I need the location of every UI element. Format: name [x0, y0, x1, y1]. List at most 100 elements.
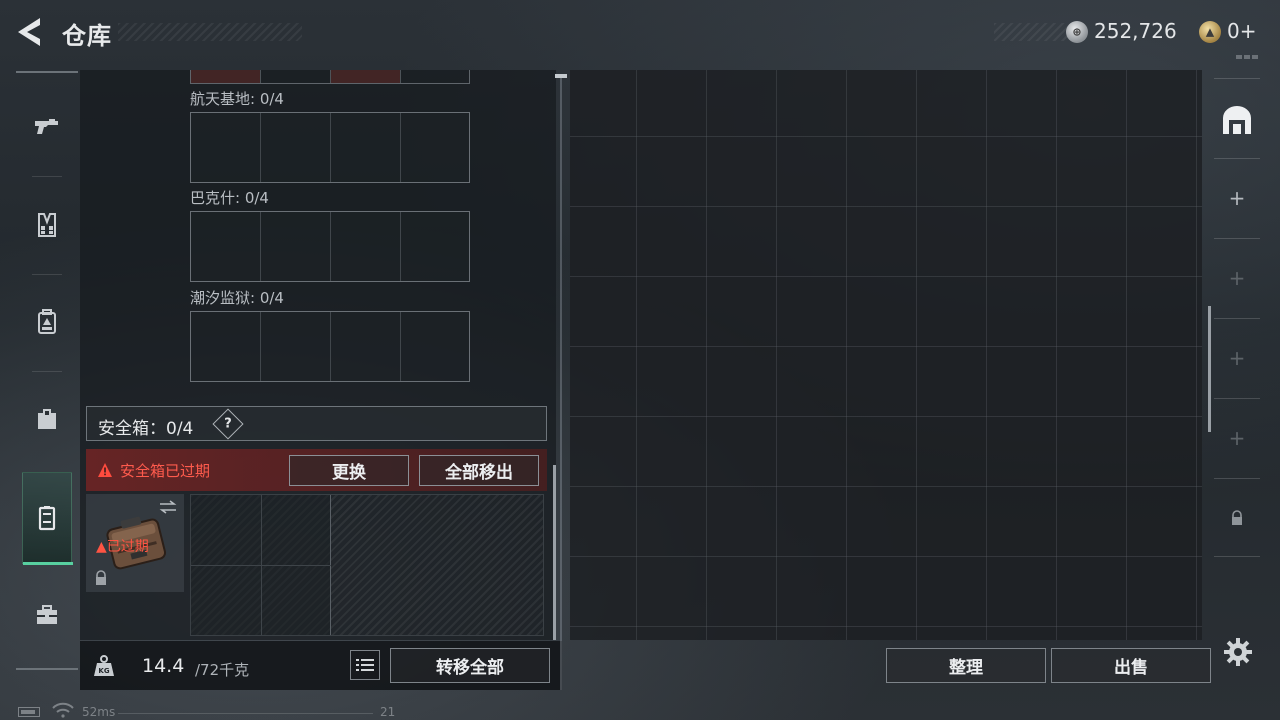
- sidebar-item-weapons[interactable]: [16, 82, 78, 172]
- gold-currency-amount[interactable]: 0+: [1227, 19, 1256, 43]
- sell-button[interactable]: 出售: [1051, 648, 1211, 683]
- sidebar-item-briefcase[interactable]: [16, 570, 78, 660]
- ping-text: 52ms: [82, 705, 116, 719]
- sidebar-bottom-line: [16, 668, 78, 670]
- grid-cell: [331, 70, 401, 83]
- grid-cell[interactable]: [401, 113, 471, 182]
- tab-separator: [1214, 318, 1260, 319]
- grid-cell[interactable]: [331, 212, 401, 281]
- gold-coin-icon: ▲: [1199, 21, 1221, 43]
- map-slot-grid-brakkesh[interactable]: [190, 211, 470, 282]
- weight-kg-icon: KG: [94, 654, 114, 676]
- back-button[interactable]: [14, 14, 50, 50]
- sidebar-item-backpack[interactable]: [16, 277, 78, 367]
- tab-separator: [1214, 238, 1260, 239]
- map-label-brakkesh: 巴克什: 0/4: [190, 189, 269, 207]
- container-panel[interactable]: 航天基地: 0/4 巴克什: 0/4 潮汐监狱: 0/4 安全箱：0/4 ? 安…: [80, 70, 556, 640]
- tab-separator: [1214, 556, 1260, 557]
- title-decoration: [118, 23, 302, 41]
- plus-icon: +: [1228, 266, 1246, 290]
- tab-separator: [1214, 158, 1260, 159]
- signal-dots-icon: [1236, 55, 1258, 59]
- warning-icon: [98, 463, 112, 477]
- sidebar-item-chest-rig[interactable]: [16, 374, 78, 464]
- pouch-icon: [38, 409, 56, 429]
- grid-line: [261, 495, 262, 635]
- warehouse-tab-add-4[interactable]: +: [1212, 418, 1262, 458]
- silver-currency-amount: 252,726: [1094, 19, 1177, 43]
- settings-gear-icon[interactable]: [1222, 636, 1254, 668]
- lock-icon: [1232, 510, 1242, 525]
- weight-icon-wrap: KG: [80, 641, 128, 690]
- safe-case-expired-bar: 安全箱已过期 更换 全部移出: [86, 449, 547, 491]
- grid-cell[interactable]: [191, 312, 261, 381]
- transfer-all-button[interactable]: 转移全部: [390, 648, 550, 683]
- warning-icon: ▲: [96, 539, 107, 555]
- list-view-button[interactable]: [350, 650, 380, 680]
- grid-cell[interactable]: [191, 212, 261, 281]
- plus-icon: +: [1228, 346, 1246, 370]
- safe-case-item-slot[interactable]: ▲已过期: [86, 494, 184, 592]
- sidebar-top-line: [16, 71, 78, 73]
- grid-cell[interactable]: [261, 312, 331, 381]
- grid-cell[interactable]: [191, 113, 261, 182]
- tab-separator: [1214, 478, 1260, 479]
- warehouse-tab-add-1[interactable]: +: [1212, 178, 1262, 218]
- currency-decoration: [994, 23, 1068, 41]
- grid-cell[interactable]: [331, 113, 401, 182]
- tab-separator: [1214, 78, 1260, 79]
- panel-divider: [560, 74, 562, 690]
- sidebar-item-armor[interactable]: [16, 180, 78, 270]
- safe-case-grid[interactable]: [191, 495, 331, 635]
- warehouse-tab-add-2[interactable]: +: [1212, 258, 1262, 298]
- grid-cell: [401, 70, 471, 83]
- safe-case-grid-locked: [190, 494, 544, 636]
- replace-button[interactable]: 更换: [289, 455, 409, 486]
- map-slot-grid-aerospace-base[interactable]: [190, 112, 470, 183]
- plus-icon: +: [1228, 186, 1246, 210]
- warehouse-tab-main[interactable]: [1212, 100, 1262, 140]
- weight-capacity: /72千克: [195, 661, 250, 679]
- weight-current: 14.4: [142, 655, 185, 677]
- panel-divider-cap: [555, 74, 567, 78]
- plus-icon: +: [1228, 426, 1246, 450]
- back-arrow-icon: [18, 18, 40, 46]
- swap-icon[interactable]: [158, 500, 178, 514]
- category-sidebar: [16, 70, 78, 670]
- lock-icon: [96, 570, 106, 585]
- briefcase-icon: [37, 605, 57, 624]
- grid-cell[interactable]: [261, 212, 331, 281]
- help-icon[interactable]: ?: [212, 408, 244, 440]
- warehouse-tab-add-3[interactable]: +: [1212, 338, 1262, 378]
- status-divider: [118, 713, 373, 714]
- sidebar-separator: [32, 176, 62, 177]
- grid-cell[interactable]: [331, 312, 401, 381]
- map-label-tidal-prison: 潮汐监狱: 0/4: [190, 289, 284, 307]
- map-slot-grid-tidal-prison[interactable]: [190, 311, 470, 382]
- vest-icon: [38, 213, 56, 237]
- organize-button[interactable]: 整理: [886, 648, 1046, 683]
- battery-icon: [18, 707, 40, 717]
- backpack-icon: [38, 309, 56, 334]
- container-scrollbar[interactable]: [553, 465, 556, 640]
- warehouse-tab-locked[interactable]: [1212, 498, 1262, 538]
- move-all-out-button[interactable]: 全部移出: [419, 455, 539, 486]
- weight-bar: KG 14.4 /72千克 转移全部: [80, 641, 562, 690]
- map-slot-grid-partial: [190, 70, 470, 84]
- warehouse-page-tabs: + + + +: [1212, 70, 1262, 570]
- warehouse-scrollbar[interactable]: [1208, 306, 1211, 432]
- tab-separator: [1214, 398, 1260, 399]
- map-label-aerospace-base: 航天基地: 0/4: [190, 90, 284, 108]
- sidebar-separator: [32, 371, 62, 372]
- grid-cell[interactable]: [401, 312, 471, 381]
- grid-cell: [261, 70, 331, 83]
- grid-cell[interactable]: [401, 212, 471, 281]
- warehouse-icon: [1223, 106, 1251, 134]
- list-icon: [356, 659, 374, 671]
- pistol-icon: [35, 119, 58, 134]
- warehouse-grid[interactable]: [570, 70, 1202, 640]
- safe-case-header: 安全箱：0/4 ?: [86, 406, 547, 441]
- sidebar-item-safe-case[interactable]: [22, 472, 73, 565]
- grid-cell[interactable]: [261, 113, 331, 182]
- safe-case-title: 安全箱：0/4: [98, 419, 194, 439]
